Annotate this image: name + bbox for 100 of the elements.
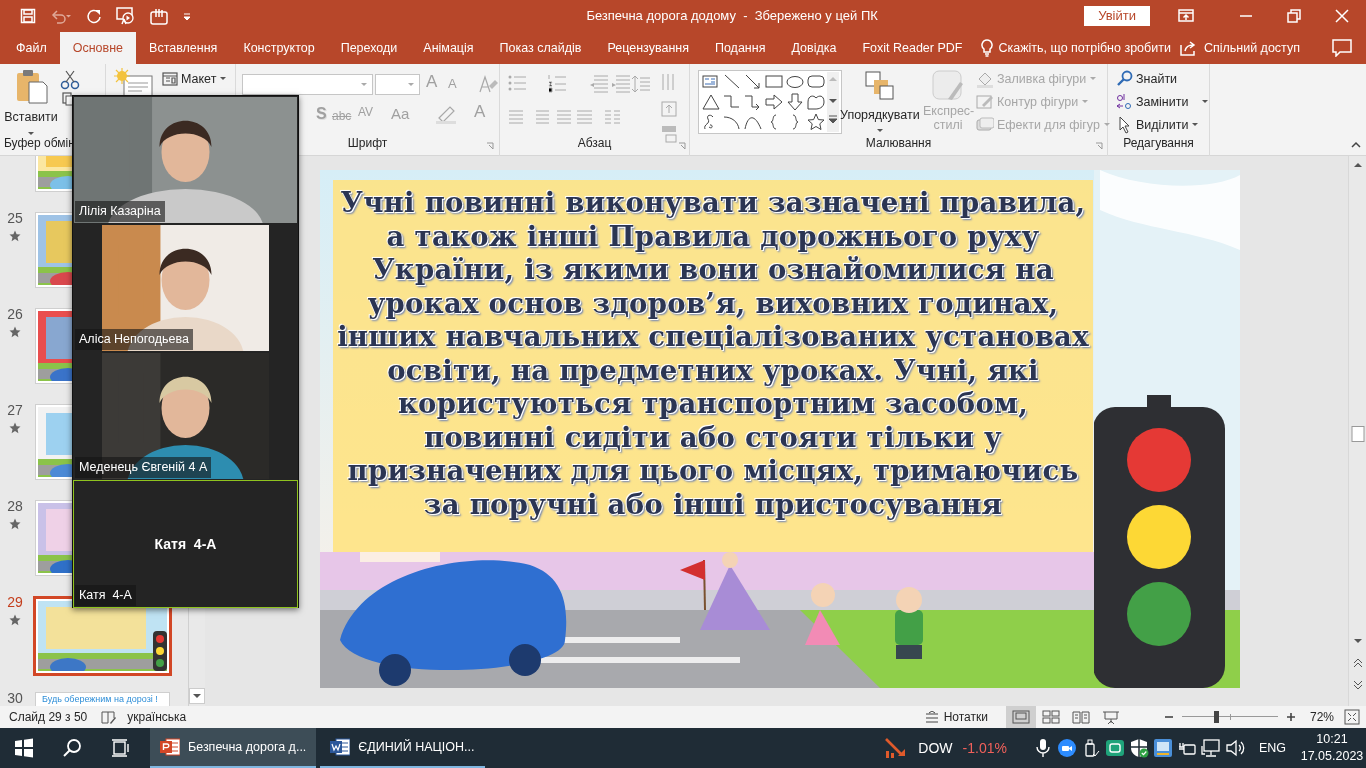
dialog-launcher-icon[interactable] [1095, 142, 1103, 150]
participant-name: Аліса Непогодьева [75, 329, 193, 350]
numbering-icon[interactable] [548, 74, 568, 94]
caret-icon [27, 130, 35, 137]
slideshow-icon[interactable] [116, 7, 136, 25]
view-button[interactable] [1005, 706, 1036, 728]
ribbon-tab[interactable]: Вставлення [136, 32, 231, 64]
zoom-in-icon[interactable] [1285, 712, 1296, 722]
more-icon[interactable] [827, 112, 839, 132]
caret-icon [875, 127, 884, 134]
star-icon[interactable] [806, 112, 826, 132]
search-icon[interactable] [62, 738, 82, 758]
ribbon-tab[interactable]: Рецензування [594, 32, 702, 64]
editing-command-button[interactable]: Замінити [1116, 93, 1210, 112]
editing-command-button[interactable]: Знайти [1116, 70, 1178, 89]
ribbon-tab[interactable]: Показ слайдів [486, 32, 595, 64]
arrow-icon[interactable] [743, 72, 763, 92]
slide-text: Учні повинні виконувати зазначені правила, а також інші Правила дорожнього руху України, із якими вони ознайомилися на уроках основ здоров’я, виховних годинах, інших навчальних спеціалізованих установах освіти, на предметних уроках. Учні, які користуються транспортним засобом, повинні сидіти або стояти тільки у призначених для цього місцях, тримаючись за поручні або інші пристосування [336, 186, 1090, 521]
windows-start-icon[interactable] [14, 738, 34, 758]
copy-icon[interactable] [62, 92, 74, 106]
font-name-field[interactable] [242, 74, 373, 95]
font-size-field[interactable] [375, 74, 420, 95]
group-label: Малювання [864, 135, 933, 152]
collapse-ribbon-icon[interactable] [1350, 140, 1362, 148]
notes-button[interactable]: Нотатки [924, 708, 988, 726]
arrange-icon [863, 70, 896, 102]
dialog-launcher-icon[interactable] [486, 142, 494, 150]
slider-thumb[interactable] [1213, 711, 1219, 723]
volume-icon[interactable] [1224, 738, 1245, 758]
undo-icon[interactable] [50, 8, 72, 24]
right-arrow-icon[interactable] [764, 92, 784, 112]
presentation-app-icon [160, 737, 180, 757]
close-icon[interactable] [1334, 8, 1350, 24]
ribbon-tab[interactable]: Файл [3, 32, 60, 64]
slide-counter: Слайд 29 з 50 [9, 709, 88, 726]
participant-name: Меденець Євгеній 4 А [75, 457, 212, 478]
save-icon[interactable] [20, 8, 36, 24]
comment-icon[interactable] [1332, 39, 1352, 57]
restore-icon[interactable] [1286, 8, 1302, 24]
editing-command-button[interactable]: Виділити [1116, 116, 1200, 135]
fill-bucket-icon [976, 70, 994, 89]
shield-icon[interactable] [1128, 738, 1149, 758]
window-title: Безпечна дорога додому - Збережено у цей ПК [585, 7, 879, 26]
slide-thumbnail[interactable]: Будь обережним на дорозі ! [35, 692, 170, 706]
ribbon-tab[interactable]: Анімація [410, 32, 487, 64]
repeat-icon[interactable] [86, 8, 102, 24]
slide-number: 27 [6, 404, 24, 417]
taskbar-app-button[interactable]: ЄДИНИЙ НАЦІОН... [320, 728, 485, 768]
input-language[interactable]: ENG [1258, 738, 1286, 758]
cut-icon[interactable] [60, 70, 80, 90]
ribbon-display-icon[interactable] [1178, 8, 1194, 24]
tell-me-field[interactable]: Скажіть, що потрібно зробити [998, 38, 1171, 58]
participant-name: Катя 4-А [75, 585, 136, 606]
participant-display-name: Катя 4-А [154, 534, 217, 554]
paste-button[interactable]: Вставити [4, 68, 58, 137]
arrange-button[interactable]: Упорядкувати [840, 70, 920, 134]
ribbon-tab[interactable]: Довідка [778, 32, 850, 64]
caret-icon [219, 76, 228, 83]
stock-ticker[interactable]: DOW -1.01% [884, 737, 1007, 759]
ribbon-tab[interactable]: Основне [59, 32, 137, 64]
shapes-gallery[interactable] [698, 70, 842, 134]
lightbulb-icon[interactable] [981, 39, 994, 57]
task-view-icon[interactable] [110, 738, 130, 758]
slide-number: 26 [6, 308, 24, 321]
scroll-down-icon[interactable] [189, 688, 205, 704]
taskbar-app-button[interactable]: Безпечна дорога д... [150, 728, 317, 768]
zoom-slider[interactable] [1181, 711, 1278, 723]
ribbon-tab[interactable]: Foxit Reader PDF [849, 32, 976, 64]
slide-number: 30 [6, 692, 24, 705]
zoom-level[interactable]: 72% [1309, 708, 1334, 726]
customize-caret-icon[interactable] [182, 11, 192, 21]
spelling-icon[interactable] [101, 710, 118, 724]
slide-number: 29 [6, 596, 24, 609]
layout-icon [162, 72, 178, 87]
layout-button[interactable]: Макет [162, 70, 228, 89]
caret-icon [1089, 76, 1098, 83]
ribbon-tab[interactable]: Подання [701, 32, 779, 64]
down-arrow-icon[interactable] [785, 92, 805, 112]
scroll-down-icon[interactable] [827, 92, 839, 112]
scroll-thumb[interactable] [1351, 426, 1365, 442]
share-button[interactable]: Спільний доступ [1179, 38, 1300, 58]
dialog-launcher-icon[interactable] [678, 142, 686, 150]
clock[interactable]: 10:21 17.05.2023 [1302, 731, 1362, 765]
caret-icon [1191, 122, 1200, 129]
touch-mode-icon[interactable] [150, 7, 168, 25]
word-app-icon [330, 737, 351, 757]
tray-app-icon[interactable] [1104, 738, 1125, 758]
normal-view-icon [1010, 709, 1031, 725]
video-call-app-icon[interactable] [1056, 738, 1077, 758]
reading-view-icon [1070, 709, 1091, 725]
network-icon[interactable] [1200, 738, 1221, 758]
fit-slide-icon[interactable] [1344, 709, 1360, 725]
triangle-icon[interactable] [701, 92, 721, 112]
slideshow-view-icon [1100, 709, 1121, 725]
sign-in-button[interactable]: Увійти [1084, 6, 1150, 26]
ribbon-tab[interactable]: Конструктор [230, 32, 328, 64]
group-label: Абзац [576, 135, 613, 152]
ribbon-tab[interactable]: Переходи [327, 32, 411, 64]
language-label[interactable]: українська [127, 708, 187, 726]
tray-app-icon[interactable] [1152, 738, 1173, 758]
